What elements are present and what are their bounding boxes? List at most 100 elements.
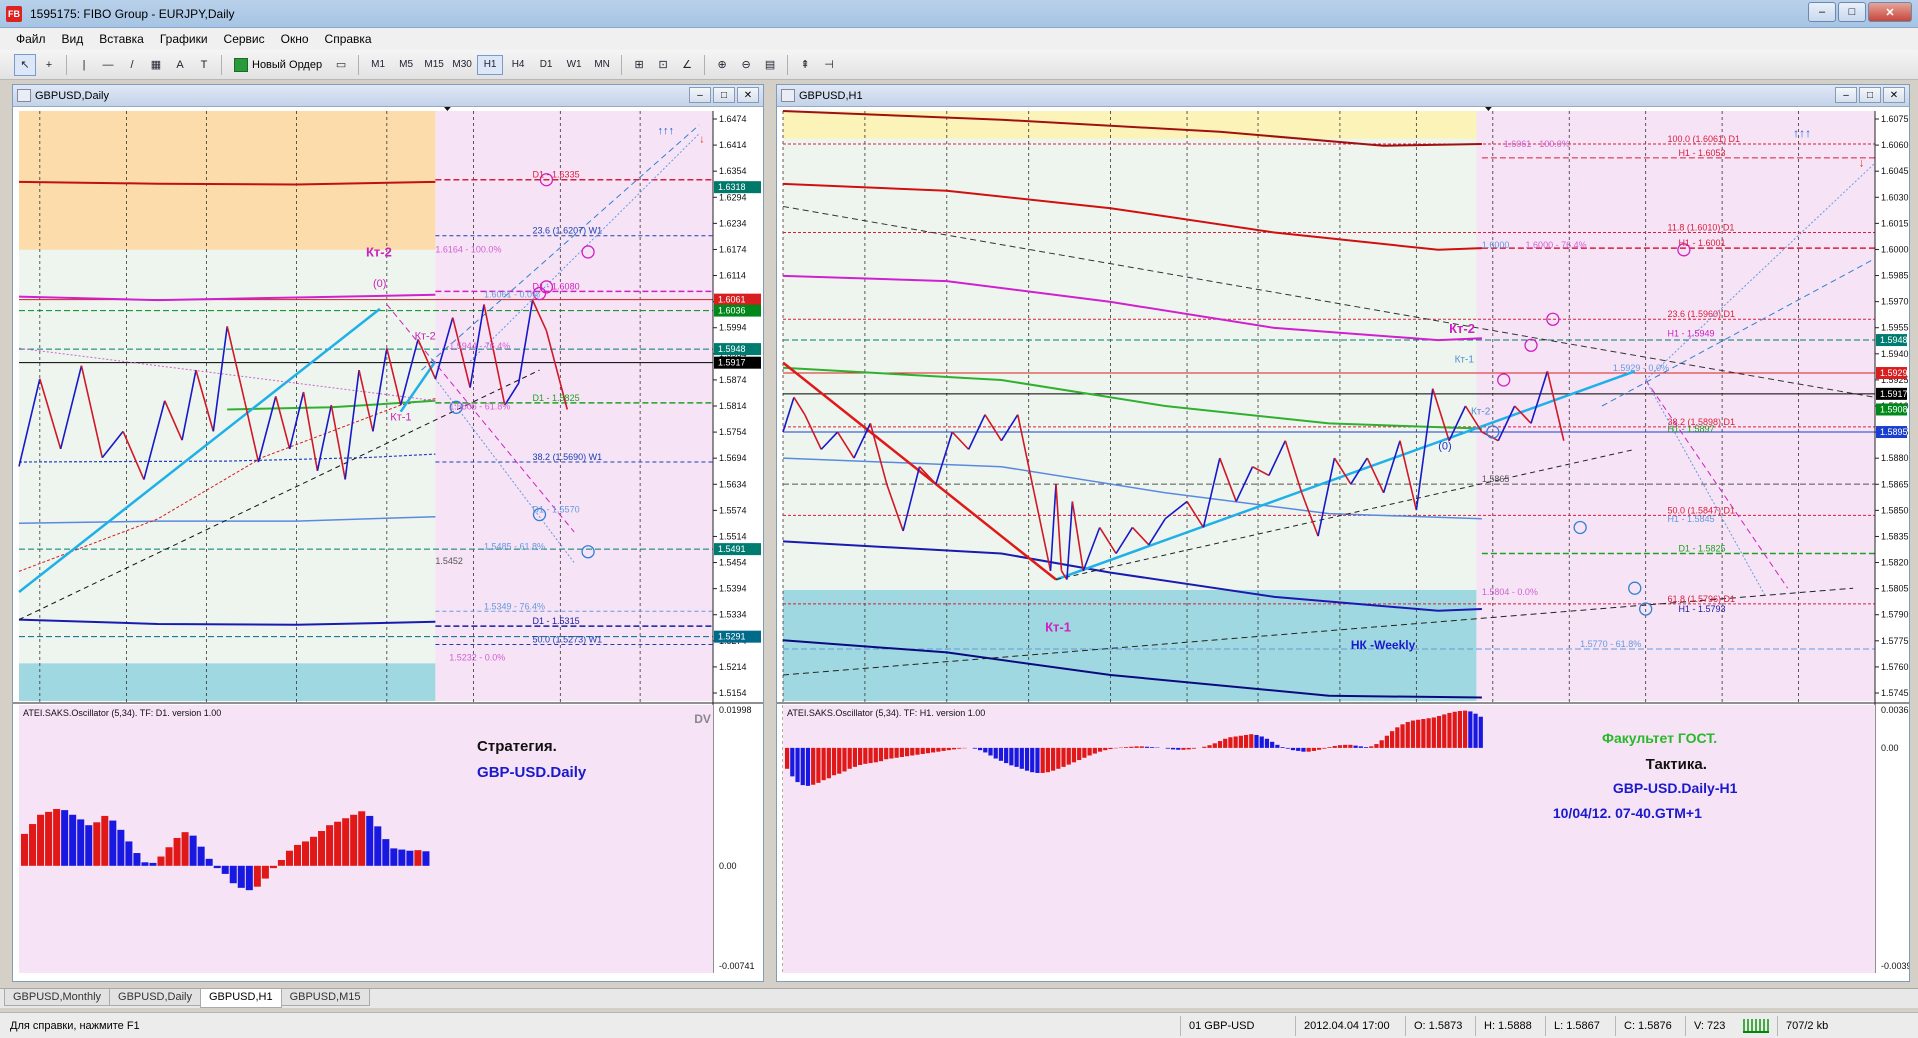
zoom-in-icon[interactable]: ⊕	[711, 54, 733, 76]
oscillator-bar	[1097, 747, 1103, 752]
trendline-icon[interactable]: /	[121, 54, 143, 76]
oscillator-bar	[993, 747, 998, 759]
oscillator-bar	[253, 865, 261, 887]
status-profile[interactable]: 01 GBP-USD	[1180, 1015, 1295, 1036]
level-label: 1.5349 - 76.4%	[484, 601, 545, 611]
oscillator-bar	[141, 862, 149, 866]
timeframe-m5[interactable]: M5	[393, 55, 419, 75]
chart-close-button[interactable]: ✕	[1883, 87, 1905, 103]
chart-shift-icon[interactable]: ⊣	[818, 54, 840, 76]
timeframe-mn[interactable]: MN	[589, 55, 615, 75]
minimize-button[interactable]: –	[1808, 2, 1836, 22]
oscillator-level-label: 0.00	[719, 861, 737, 871]
oscillator-bar	[1322, 747, 1327, 749]
chart-minimize-button[interactable]: –	[689, 87, 711, 103]
tab-gbpusd-h1[interactable]: GBPUSD,H1	[200, 989, 282, 1008]
new-order-button[interactable]: Новый Ордер	[228, 54, 328, 76]
chart-window-gbpusd-daily[interactable]: GBPUSD,Daily – □ ✕ D1 - 1.6335 23.6 (1.62…	[12, 84, 764, 982]
level-label: D1 - 1.5315	[533, 616, 580, 626]
oscillator-level-label: 0.00363	[1881, 705, 1909, 715]
tab-gbpusd-daily[interactable]: GBPUSD,Daily	[109, 989, 201, 1006]
oscillator-bar	[1108, 747, 1113, 750]
level-label: 1.5452	[435, 556, 463, 566]
menu-insert[interactable]: Вставка	[91, 29, 152, 49]
maximize-button[interactable]: □	[1838, 2, 1866, 22]
oscillator-bar	[117, 829, 125, 866]
menu-tools[interactable]: Сервис	[216, 29, 273, 49]
oscillator-bar	[1066, 747, 1071, 765]
candle-chart-icon[interactable]: ⊡	[652, 54, 674, 76]
line-chart-icon[interactable]: ∠	[676, 54, 698, 76]
kt2-secondary-label: Кт-2	[1471, 407, 1491, 418]
tab-gbpusd-m15[interactable]: GBPUSD,M15	[280, 989, 370, 1006]
chart-close-button[interactable]: ✕	[737, 87, 759, 103]
menu-file[interactable]: Файл	[8, 29, 54, 49]
price-tick-label: 1.5805	[1881, 584, 1909, 594]
channel-icon[interactable]: ▦	[145, 54, 167, 76]
horizontal-line-icon[interactable]: —	[97, 54, 119, 76]
tab-gbpusd-monthly[interactable]: GBPUSD,Monthly	[4, 989, 111, 1006]
oscillator-bar	[1207, 745, 1212, 748]
timeframe-d1[interactable]: D1	[533, 55, 559, 75]
level-label: 1.5770 - 61.8%	[1580, 639, 1641, 649]
text-icon[interactable]: A	[169, 54, 191, 76]
level-label: 1.5804 - 0.0%	[1482, 587, 1538, 597]
daily-chart-canvas[interactable]: D1 - 1.6335 23.6 (1.6207) W1 1.6164 - 100.…	[13, 107, 763, 981]
terminal-window: FB 1595175: FIBO Group - EURJPY,Daily – …	[0, 0, 1918, 1038]
price-tick-label: 1.6354	[719, 166, 747, 176]
cursor-tool-icon[interactable]: ↖	[14, 53, 36, 76]
oscillator-bar	[390, 848, 398, 866]
timeframe-h1[interactable]: H1	[477, 54, 504, 75]
auto-scroll-icon[interactable]: ⇞	[794, 54, 816, 76]
price-tick-label: 1.5940	[1881, 349, 1909, 359]
h1-chart-canvas[interactable]: 100.0 (1.6061) D1 1.6061 - 100.0% H1 - 1.6…	[777, 107, 1909, 981]
title-bar[interactable]: FB 1595175: FIBO Group - EURJPY,Daily – …	[0, 0, 1918, 28]
chart-window-title-bar[interactable]: GBPUSD,Daily – □ ✕	[13, 85, 763, 107]
price-tick-label: 1.6234	[719, 218, 747, 228]
level-label: H1 - 1.6001	[1678, 238, 1725, 248]
price-axis-background	[1875, 111, 1909, 973]
timeframe-m15[interactable]: M15	[421, 55, 447, 75]
chart-maximize-button[interactable]: □	[1859, 87, 1881, 103]
price-tick-label: 1.6474	[719, 114, 747, 124]
bar-chart-icon[interactable]: ⊞	[628, 54, 650, 76]
oscillator-bar	[1379, 740, 1384, 748]
price-badge-label: 1.5929	[1880, 368, 1908, 378]
oscillator-bar	[847, 747, 852, 769]
close-button[interactable]: ✕	[1868, 2, 1912, 22]
timeframe-m1[interactable]: M1	[365, 55, 391, 75]
crosshair-tool-icon[interactable]: +	[38, 54, 60, 76]
menu-help[interactable]: Справка	[317, 29, 380, 49]
oscillator-bar	[1191, 747, 1197, 749]
oscillator-bar	[85, 825, 93, 866]
level-label: 23.6 (1.5960) D1	[1668, 309, 1736, 319]
new-order-icon	[234, 57, 248, 72]
price-tick-label: 1.5835	[1881, 531, 1909, 541]
chart-minimize-button[interactable]: –	[1835, 87, 1857, 103]
zoom-out-icon[interactable]: ⊖	[735, 54, 757, 76]
window-icon[interactable]: ▭	[330, 54, 352, 76]
menu-view[interactable]: Вид	[54, 29, 92, 49]
timeframe-m30[interactable]: M30	[449, 55, 475, 75]
oscillator-bar	[125, 841, 133, 866]
oscillator-bar	[1056, 747, 1061, 769]
price-tick-label: 1.5790	[1881, 610, 1909, 620]
menu-window[interactable]: Окно	[273, 29, 317, 49]
chart-maximize-button[interactable]: □	[713, 87, 735, 103]
templates-icon[interactable]: ▤	[759, 54, 781, 76]
vertical-line-icon[interactable]: |	[73, 54, 95, 76]
price-tick-label: 1.5394	[719, 584, 747, 594]
oscillator-bar	[1238, 735, 1243, 748]
oscillator-level-label: -0.00391	[1881, 961, 1909, 971]
chart-window-title-bar[interactable]: GBPUSD,H1 – □ ✕	[777, 85, 1909, 107]
timeframe-h4[interactable]: H4	[505, 55, 531, 75]
price-badge-label: 1.6061	[718, 295, 746, 305]
price-tick-label: 1.6174	[719, 244, 747, 254]
oscillator-bar	[795, 747, 800, 783]
price-tick-label: 1.5970	[1881, 297, 1909, 307]
timeframe-w1[interactable]: W1	[561, 55, 587, 75]
text-label-icon[interactable]: T	[193, 54, 215, 76]
menu-charts[interactable]: Графики	[152, 29, 216, 49]
chart-window-gbpusd-h1[interactable]: GBPUSD,H1 – □ ✕ 100.0 (1.6061) D1 1.6061 …	[776, 84, 1910, 982]
level-label: 1.6000 - 76.4%	[1526, 240, 1587, 250]
